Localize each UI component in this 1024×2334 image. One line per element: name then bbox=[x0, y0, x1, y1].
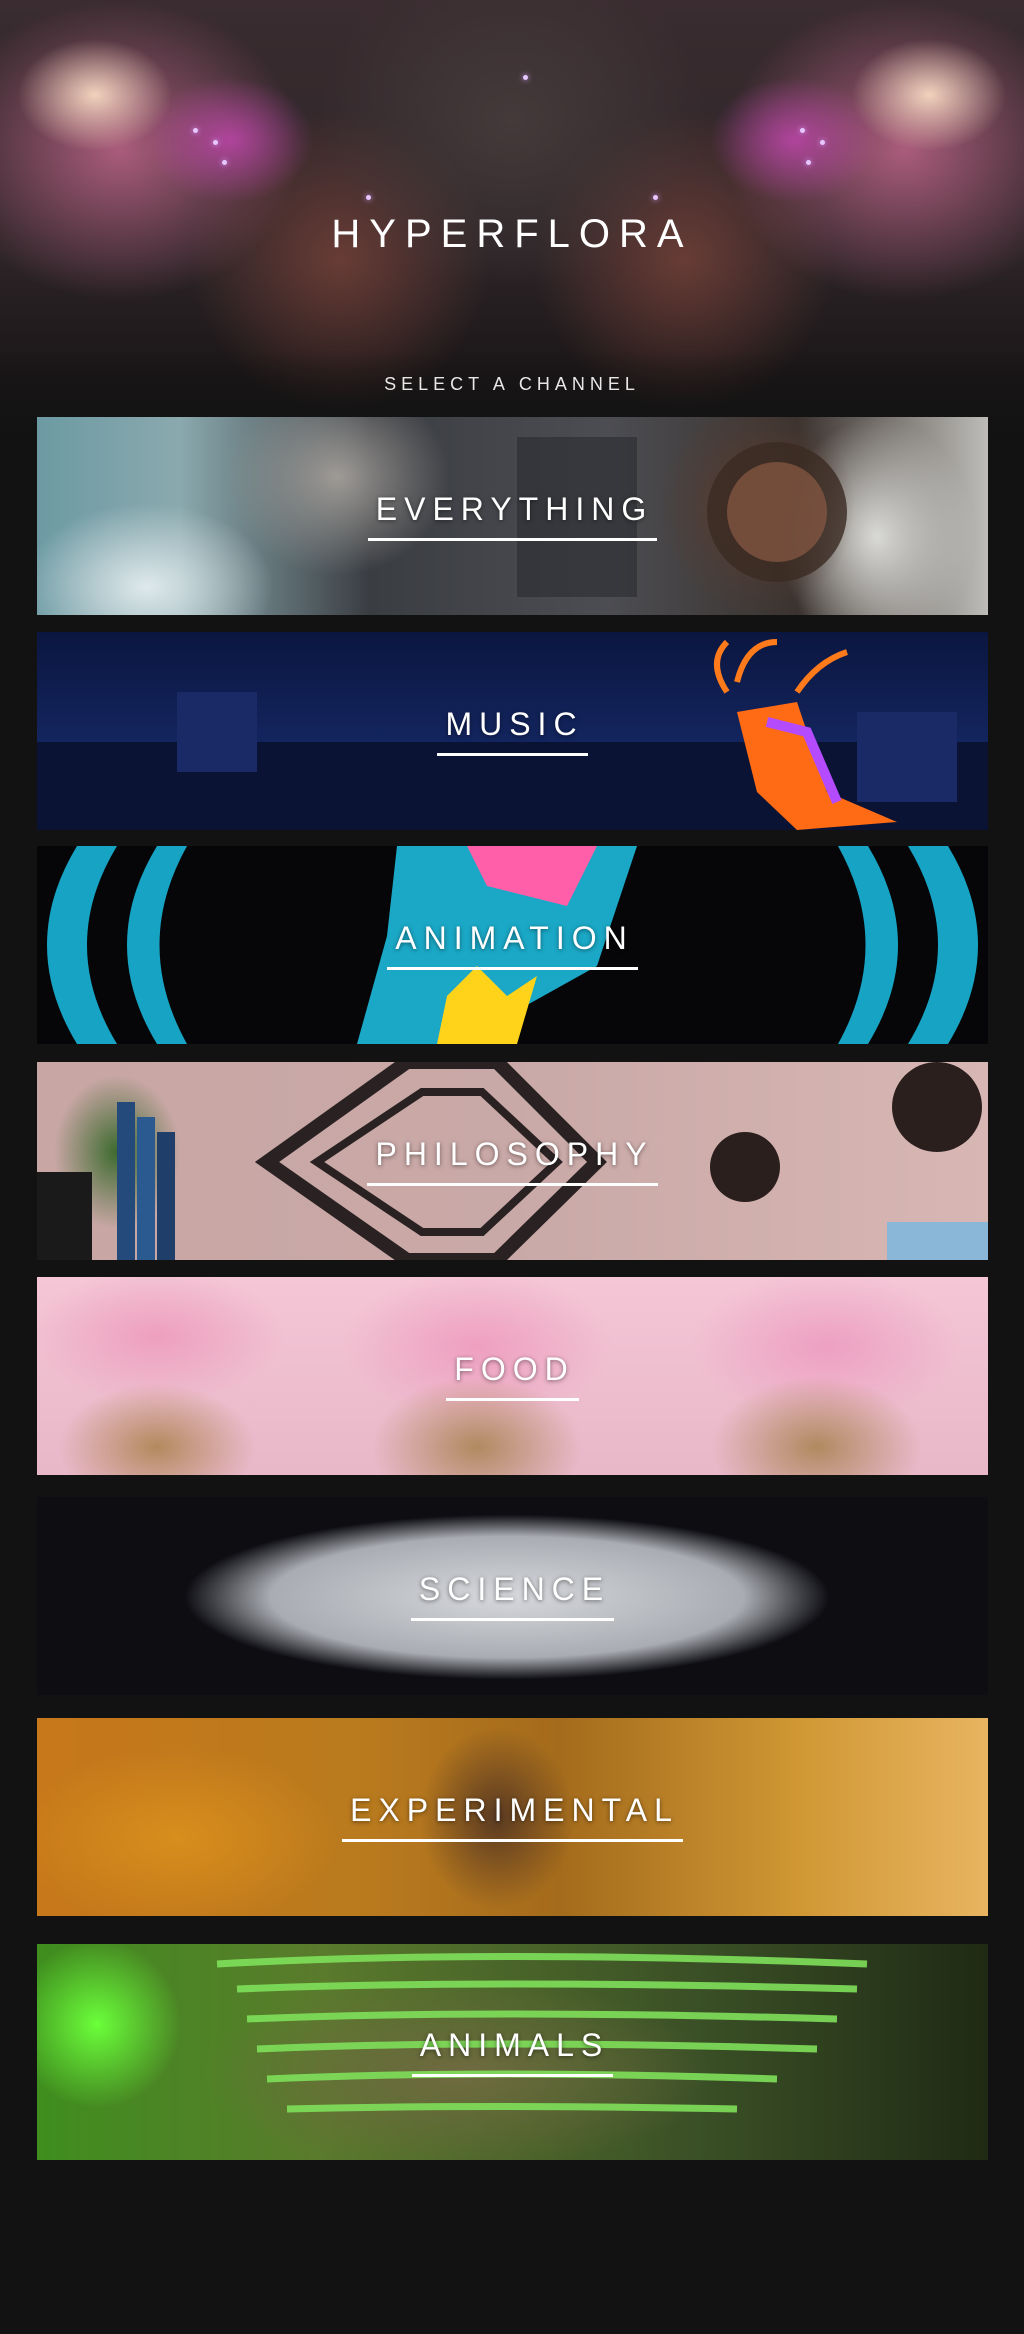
channel-label: MUSIC bbox=[437, 706, 588, 756]
star-dot bbox=[653, 195, 658, 200]
star-dot bbox=[806, 160, 811, 165]
channel-animation[interactable]: ANIMATION bbox=[37, 846, 988, 1044]
channel-philosophy[interactable]: PHILOSOPHY bbox=[37, 1062, 988, 1260]
channel-label: SCIENCE bbox=[410, 1571, 615, 1621]
star-dot bbox=[523, 75, 528, 80]
star-dot bbox=[820, 140, 825, 145]
channel-label: FOOD bbox=[446, 1351, 579, 1401]
channel-science[interactable]: SCIENCE bbox=[37, 1497, 988, 1695]
channel-food[interactable]: FOOD bbox=[37, 1277, 988, 1475]
star-dot bbox=[213, 140, 218, 145]
channel-everything[interactable]: EVERYTHING bbox=[37, 417, 988, 615]
channel-label: PHILOSOPHY bbox=[367, 1136, 658, 1186]
channel-music[interactable]: MUSIC bbox=[37, 632, 988, 830]
site-title: HYPERFLORA bbox=[331, 212, 693, 256]
channel-experimental[interactable]: EXPERIMENTAL bbox=[37, 1718, 988, 1916]
channel-label: EXPERIMENTAL bbox=[342, 1792, 683, 1842]
star-dot bbox=[366, 195, 371, 200]
channel-label: EVERYTHING bbox=[367, 491, 658, 541]
star-dot bbox=[222, 160, 227, 165]
page-subtitle: SELECT A CHANNEL bbox=[384, 374, 640, 394]
channel-label: ANIMALS bbox=[411, 2027, 614, 2077]
star-dot bbox=[800, 128, 805, 133]
channel-animals[interactable]: ANIMALS bbox=[37, 1944, 988, 2160]
star-dot bbox=[193, 128, 198, 133]
channel-label: ANIMATION bbox=[387, 920, 638, 970]
